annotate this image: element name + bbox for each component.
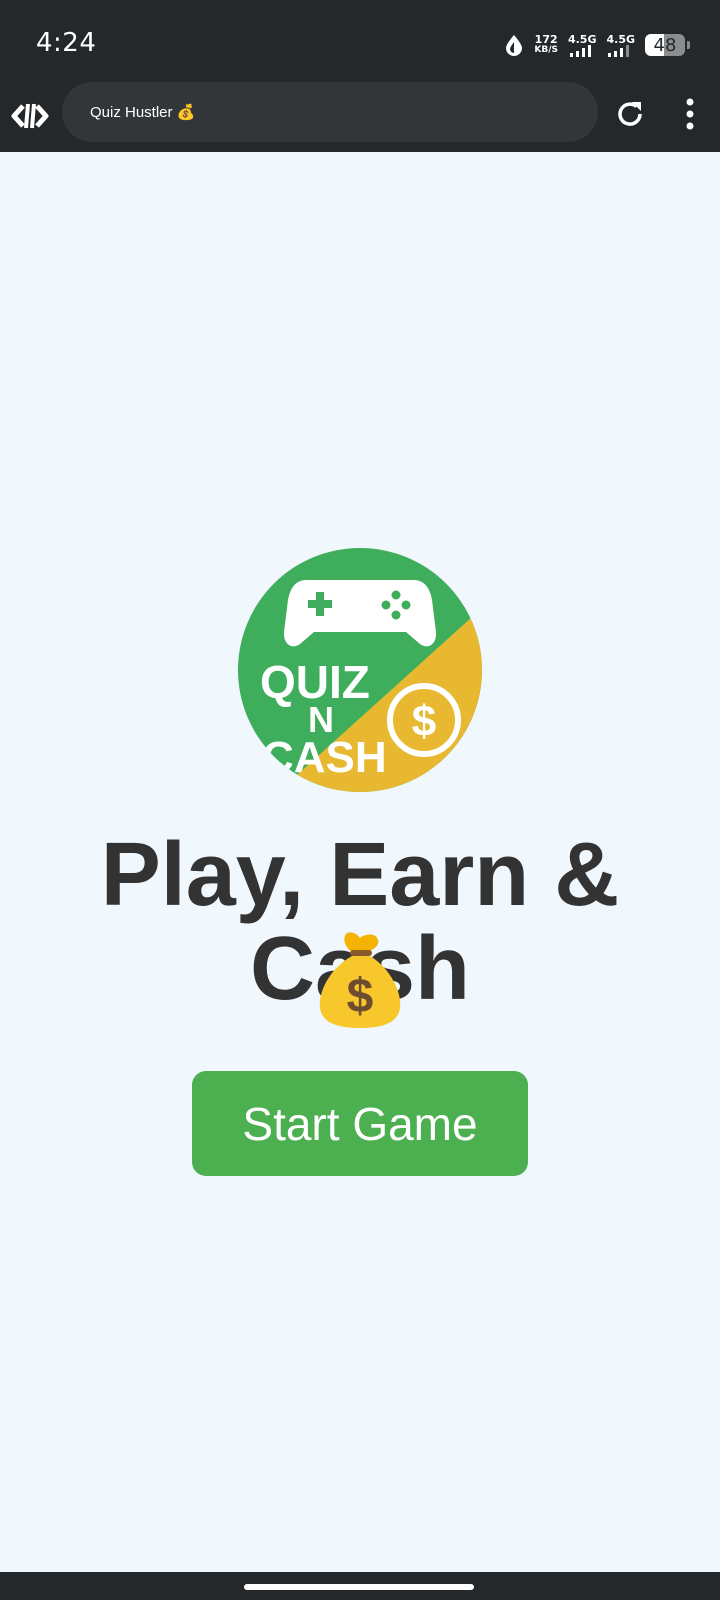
main-content: QUIZ N CASH $ Play, Earn & Cash $ Start … (0, 152, 720, 1572)
quiz-n-cash-logo: QUIZ N CASH $ (238, 548, 482, 792)
svg-text:$: $ (347, 970, 374, 1023)
status-time: 4:24 (36, 28, 97, 58)
money-bag-icon: $ (319, 932, 401, 1028)
more-vert-icon[interactable] (672, 94, 708, 134)
signal-2: 4.5G (606, 34, 635, 57)
battery-level: 48 (653, 34, 677, 56)
url-title: Quiz Hustler 💰 (90, 104, 196, 121)
logo-text-cash: CASH (262, 733, 387, 782)
status-icons: 172 KB/S 4.5G 4.5G 48 (504, 30, 690, 60)
signal-1: 4.5G (567, 32, 597, 57)
url-bar[interactable]: Quiz Hustler 💰 (62, 82, 598, 142)
network-speed-unit: KB/S (534, 45, 558, 55)
app-logo-icon[interactable] (10, 96, 50, 136)
battery-icon: 48 (645, 34, 685, 56)
data-saver-icon (506, 35, 523, 56)
network-speed-value: 172 (534, 33, 558, 46)
reload-icon[interactable] (612, 96, 648, 132)
signal-icon (569, 44, 591, 57)
system-nav-bar (0, 1572, 720, 1600)
signal-icon (608, 44, 630, 57)
network-speed: 172 KB/S (534, 34, 558, 56)
battery-nub (687, 41, 690, 49)
status-bar: 4:24 172 KB/S 4.5G 4.5G 48 (0, 0, 720, 80)
browser-toolbar: Quiz Hustler 💰 (0, 80, 720, 152)
home-gesture-handle[interactable] (244, 1584, 474, 1590)
start-game-button[interactable]: Start Game (192, 1071, 528, 1176)
signal-2-label: 4.5G (606, 32, 635, 46)
svg-text:$: $ (412, 697, 436, 746)
signal-1-label: 4.5G (567, 32, 597, 46)
